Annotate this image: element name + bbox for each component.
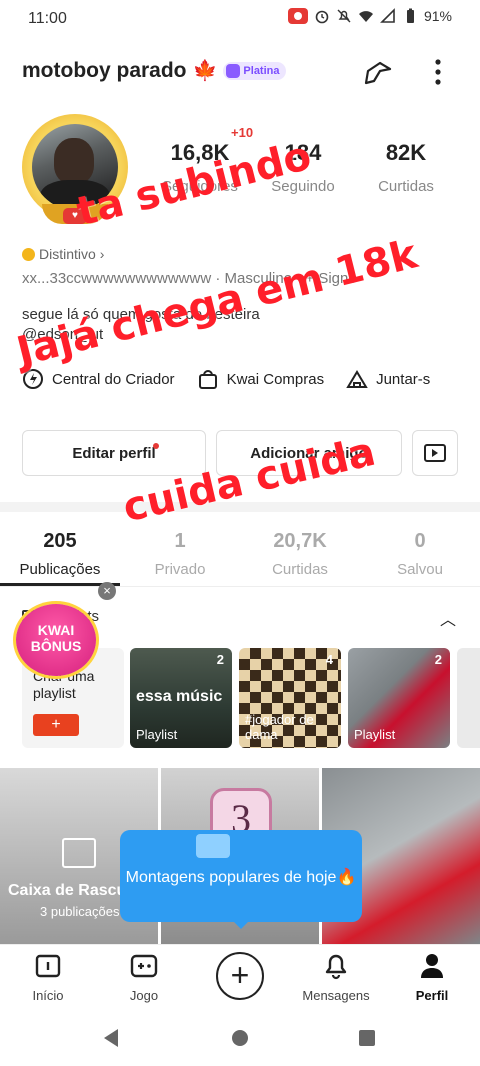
quick-link-creator[interactable]: Central do Criador xyxy=(22,368,175,390)
tab-count: 20,7K xyxy=(273,530,327,552)
popular-montages-tooltip[interactable]: Montagens populares de hoje🔥 xyxy=(120,830,362,922)
collapse-chevron-icon[interactable]: ︿ xyxy=(440,606,456,630)
stat-label: Curtidas xyxy=(378,178,434,195)
tab-divider xyxy=(0,586,480,587)
create-playlist-button[interactable]: + xyxy=(33,714,79,736)
share-icon xyxy=(364,61,392,85)
playlist-caption: Playlist xyxy=(354,727,396,742)
battery-icon xyxy=(406,8,414,23)
drafts-inbox-icon xyxy=(62,838,96,868)
stat-value: 82K xyxy=(385,140,427,165)
platinum-icon xyxy=(226,63,241,78)
share-button[interactable] xyxy=(360,54,396,90)
tab-saved[interactable]: 0 Salvou xyxy=(360,530,480,578)
playlist-card-partial[interactable] xyxy=(457,648,480,748)
nav-label: Perfil xyxy=(415,988,449,1003)
playlist-caption: Playlist xyxy=(136,727,178,742)
quick-link-join[interactable]: Juntar-s xyxy=(346,368,430,390)
person-icon xyxy=(421,954,443,978)
playlist-card[interactable]: 2 essa músic Playlist xyxy=(130,648,232,748)
wifi-icon xyxy=(358,11,373,22)
drafts-title: Caixa de Rascu xyxy=(8,882,127,899)
close-icon[interactable]: × xyxy=(98,582,116,600)
playlist-count: 2 xyxy=(216,652,224,667)
user-id: xx...33ccwwwwwwwwwwww xyxy=(22,270,212,287)
more-vertical-icon xyxy=(435,59,441,85)
home-icon xyxy=(35,954,61,978)
nav-label: Início xyxy=(32,988,64,1003)
tier-badge-label: Platina xyxy=(243,64,280,77)
nav-game[interactable]: Jogo xyxy=(99,950,189,1003)
more-options-button[interactable] xyxy=(420,54,456,90)
stat-likes[interactable]: 82K Curtidas xyxy=(351,140,461,195)
quick-link-label: Central do Criador xyxy=(52,370,175,388)
nav-home[interactable]: Início xyxy=(3,950,93,1003)
badge-icon xyxy=(22,247,35,261)
distintivo-link[interactable]: Distintivo › xyxy=(22,246,104,262)
tent-icon xyxy=(346,370,368,388)
playlist-overlay-text: essa músic xyxy=(136,688,223,705)
tab-label: Curtidas xyxy=(272,561,328,578)
username: motoboy parado xyxy=(22,58,187,82)
distintivo-label: Distintivo xyxy=(39,246,96,262)
recents-icon[interactable] xyxy=(358,1029,376,1047)
tab-label: Salvou xyxy=(397,561,443,578)
tab-label: Publicações xyxy=(19,561,101,578)
edit-profile-button[interactable]: Editar perfil xyxy=(22,430,206,476)
playlist-card[interactable]: 2 Playlist xyxy=(348,648,450,748)
tab-likes[interactable]: 20,7K Curtidas xyxy=(240,530,360,578)
status-time: 11:00 xyxy=(28,10,67,27)
quick-link-label: Kwai Compras xyxy=(226,370,325,388)
bell-icon xyxy=(325,954,347,980)
video-button[interactable] xyxy=(412,430,458,476)
profile-header: motoboy parado 🍁 Platina xyxy=(22,58,286,83)
tab-publications[interactable]: 205 Publicações xyxy=(0,530,120,578)
playlist-card[interactable]: 4 #jogador de dama xyxy=(239,648,341,748)
tier-badge[interactable]: Platina xyxy=(223,61,286,80)
tooltip-arrow xyxy=(232,920,250,929)
nav-profile[interactable]: Perfil xyxy=(387,950,477,1003)
home-circle-icon[interactable] xyxy=(231,1029,249,1047)
plus-icon: + xyxy=(230,957,250,993)
battery-level: 91% xyxy=(423,8,452,24)
signal-icon xyxy=(380,8,395,23)
image-icon xyxy=(196,834,230,858)
create-post-button[interactable]: + xyxy=(216,952,264,1000)
alarm-icon xyxy=(315,10,329,24)
screen-record-icon xyxy=(287,8,308,24)
notification-dot xyxy=(153,443,159,449)
nav-messages[interactable]: Mensagens xyxy=(291,950,381,1003)
nav-label: Mensagens xyxy=(302,988,370,1003)
quick-link-label: Juntar-s xyxy=(376,370,431,388)
tab-label: Privado xyxy=(154,561,206,578)
mute-icon xyxy=(337,9,351,23)
quick-links: Central do Criador Kwai Compras Juntar-s xyxy=(22,368,430,390)
status-icons: 91% xyxy=(287,8,452,24)
system-navigation-bar xyxy=(0,1010,480,1066)
gamepad-icon xyxy=(130,954,158,978)
playlist-count: 2 xyxy=(434,652,442,667)
kwai-bonus-badge[interactable]: KWAI BÔNUS xyxy=(16,604,96,676)
shopping-bag-icon xyxy=(198,370,217,389)
tab-private[interactable]: 1 Privado xyxy=(120,530,240,578)
play-box-icon xyxy=(424,444,446,462)
followers-increase-badge: +10 xyxy=(231,125,254,140)
playlist-caption: #jogador de dama xyxy=(245,712,314,742)
maple-leaf-emoji: 🍁 xyxy=(192,60,218,82)
tab-count: 0 xyxy=(414,530,426,552)
nav-label: Jogo xyxy=(129,988,159,1003)
chevron-right-icon: › xyxy=(99,246,105,262)
tab-count: 205 xyxy=(43,530,77,552)
tab-count: 1 xyxy=(174,530,186,552)
back-icon[interactable] xyxy=(102,1028,120,1048)
edit-profile-label: Editar perfil xyxy=(72,444,156,462)
drafts-count: 3 publicações xyxy=(40,904,120,919)
playlist-count: 4 xyxy=(325,652,333,667)
quick-link-shopping[interactable]: Kwai Compras xyxy=(197,368,325,390)
